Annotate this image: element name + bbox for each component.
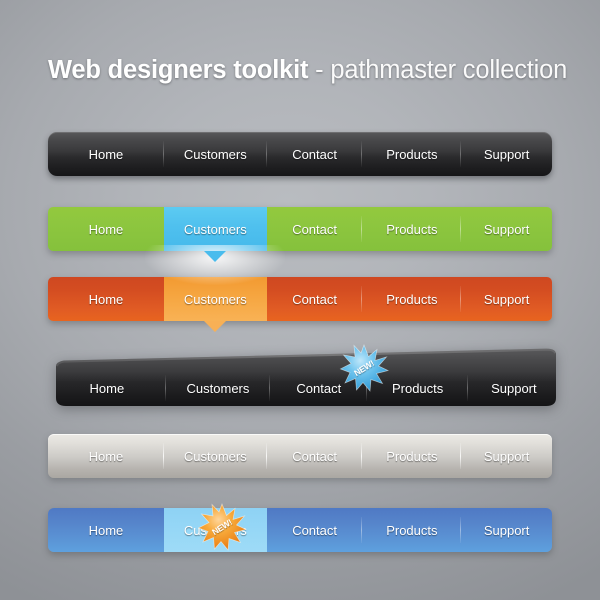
nav-item-support-label: Support	[483, 146, 530, 162]
nav-item-customers[interactable]: Customers	[166, 366, 271, 410]
nav-item-contact[interactable]: Contact	[267, 132, 363, 176]
navbar-silver: Home Customers Contact Products Support	[48, 434, 552, 478]
active-caret-icon	[204, 251, 227, 262]
nav-item-support[interactable]: Support	[461, 508, 552, 552]
poster-canvas: Web designers toolkit - pathmaster colle…	[0, 0, 600, 600]
nav-item-support-label: Support	[483, 448, 530, 464]
nav-item-contact-label: Contact	[292, 448, 337, 464]
page-title: Web designers toolkit - pathmaster colle…	[48, 56, 588, 85]
nav-item-home[interactable]: Home	[48, 277, 164, 321]
nav-item-contact[interactable]: Contact	[267, 277, 363, 321]
navbar-dark-rounded: Home Customers Contact Products Support	[48, 132, 552, 176]
new-badge-blue[interactable]: NEW!	[339, 344, 390, 392]
navbar-silver-strip: Home Customers Contact Products Support	[48, 434, 552, 478]
navbar-green: Home Customers Contact Products Support	[48, 207, 552, 285]
nav-item-customers-label: Customers	[186, 380, 250, 396]
nav-item-products[interactable]: Products	[362, 277, 462, 321]
nav-item-products-label: Products	[386, 448, 438, 464]
nav-item-products-label: Products	[391, 380, 444, 396]
navbar-red: Home Customers Contact Products Support	[48, 277, 552, 332]
nav-item-home-label: Home	[88, 291, 124, 307]
nav-item-support-label: Support	[483, 291, 530, 307]
navbar-blue-strip: Home Customers Contact Products Support	[48, 508, 552, 552]
nav-item-support[interactable]: Support	[461, 132, 552, 176]
nav-item-home[interactable]: Home	[48, 132, 164, 176]
nav-item-products[interactable]: Products	[362, 434, 462, 478]
nav-item-products-label: Products	[386, 291, 438, 307]
navbar-dark-slanted: Home Customers Contact Products Support	[48, 348, 560, 410]
nav-item-products-label: Products	[386, 221, 438, 237]
nav-item-products[interactable]: Products	[362, 508, 462, 552]
nav-item-customers-label: Customers	[183, 291, 247, 307]
navbar-blue: Home Customers Contact Products Support	[48, 508, 552, 552]
nav-item-support-label: Support	[483, 221, 530, 237]
nav-item-home[interactable]: Home	[48, 434, 164, 478]
nav-item-support-label: Support	[483, 522, 530, 538]
nav-item-support[interactable]: Support	[461, 277, 552, 321]
nav-item-support-label: Support	[491, 380, 537, 396]
active-caret-icon	[204, 321, 227, 332]
nav-item-customers-label: Customers	[183, 146, 247, 162]
nav-item-customers-label: Customers	[183, 221, 247, 237]
nav-item-support[interactable]: Support	[461, 207, 552, 251]
nav-item-home[interactable]: Home	[48, 366, 166, 410]
nav-item-home-label: Home	[88, 146, 124, 162]
nav-item-contact-label: Contact	[292, 146, 337, 162]
nav-item-support[interactable]: Support	[468, 366, 560, 410]
new-badge-orange[interactable]: NEW!	[197, 503, 248, 551]
nav-item-home-label: Home	[89, 380, 125, 396]
nav-item-products-label: Products	[386, 522, 438, 538]
nav-item-contact[interactable]: Contact	[267, 508, 363, 552]
nav-item-contact[interactable]: Contact	[267, 207, 363, 251]
nav-item-contact-label: Contact	[292, 522, 337, 538]
navbar-red-strip: Home Customers Contact Products Support	[48, 277, 552, 332]
nav-item-customers-active[interactable]: Customers	[163, 277, 267, 332]
navbar-dark-rounded-strip: Home Customers Contact Products Support	[48, 132, 552, 176]
nav-item-contact-label: Contact	[292, 291, 337, 307]
navbar-green-strip: Home Customers Contact Products Support	[48, 207, 552, 285]
nav-item-contact-label: Contact	[296, 380, 342, 396]
nav-item-customers[interactable]: Customers	[164, 434, 267, 478]
nav-item-support[interactable]: Support	[461, 434, 552, 478]
nav-item-products[interactable]: Products	[362, 132, 462, 176]
nav-item-contact-label: Contact	[292, 221, 337, 237]
nav-item-customers[interactable]: Customers	[164, 132, 267, 176]
nav-item-customers-label: Customers	[183, 448, 247, 464]
nav-item-home[interactable]: Home	[48, 207, 164, 251]
navbar-dark-slanted-strip: Home Customers Contact Products Support	[48, 366, 560, 410]
nav-item-contact[interactable]: Contact	[267, 434, 363, 478]
nav-item-home-label: Home	[88, 221, 124, 237]
page-title-strong: Web designers toolkit	[48, 56, 309, 84]
nav-item-customers-active[interactable]: Customers	[145, 207, 286, 285]
nav-item-products[interactable]: Products	[362, 207, 462, 251]
page-title-light: - pathmaster collection	[308, 56, 568, 84]
nav-item-home-label: Home	[88, 522, 124, 538]
nav-item-home[interactable]: Home	[48, 508, 164, 552]
nav-item-products-label: Products	[386, 146, 438, 162]
nav-item-home-label: Home	[88, 448, 124, 464]
